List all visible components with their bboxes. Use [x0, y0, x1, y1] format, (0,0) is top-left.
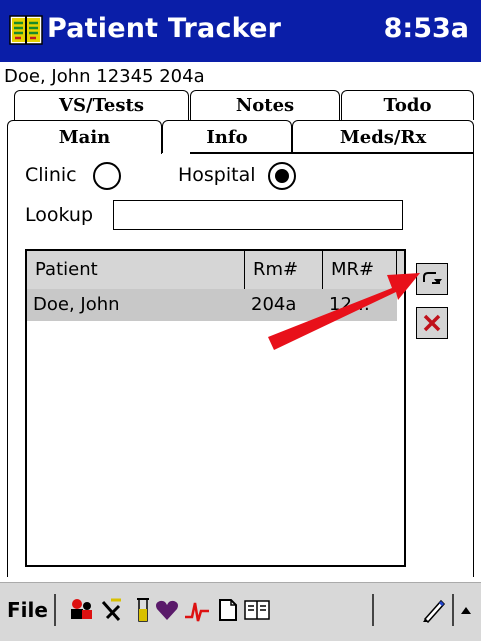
hospital-radio[interactable]	[268, 162, 296, 190]
tab-vs-tests[interactable]: VS/Tests	[14, 90, 189, 120]
clinic-radio[interactable]	[93, 162, 121, 190]
tab-label: Todo	[383, 95, 432, 116]
radio-selected-dot	[275, 169, 289, 183]
file-menu[interactable]: File	[7, 598, 48, 622]
menu-separator	[54, 594, 56, 626]
tab-meds-rx[interactable]: Meds/Rx	[292, 120, 474, 153]
lookup-label: Lookup	[25, 204, 94, 226]
mr-cell: 12…	[329, 294, 370, 315]
tab-label: VS/Tests	[59, 95, 144, 116]
list-header: Patient Rm# MR#	[27, 251, 404, 290]
rx-icon[interactable]	[97, 596, 125, 624]
column-header-patient[interactable]: Patient	[27, 251, 245, 289]
column-header-room[interactable]: Rm#	[245, 251, 323, 289]
heart-icon[interactable]	[153, 596, 181, 624]
note-icon[interactable]	[214, 596, 242, 624]
refresh-icon	[423, 272, 442, 284]
app-title: Patient Tracker	[47, 13, 282, 44]
title-bar: Patient Tracker 8:53a	[0, 0, 481, 62]
menu-arrow-icon[interactable]	[456, 596, 476, 624]
tab-todo[interactable]: Todo	[341, 90, 474, 120]
patient-cell: Doe, John	[33, 294, 120, 315]
patients-icon[interactable]	[67, 596, 95, 624]
patient-list[interactable]: Patient Rm# MR# Doe, John 204a 12…	[25, 249, 406, 567]
tab-label: Main	[58, 127, 111, 148]
ecg-icon[interactable]	[183, 596, 211, 624]
delete-button[interactable]	[416, 307, 448, 339]
tab-main[interactable]: Main	[7, 120, 162, 154]
toolbar-separator	[372, 594, 374, 626]
clinic-label: Clinic	[25, 164, 77, 186]
sip-separator	[452, 594, 454, 626]
book-icon[interactable]	[9, 14, 43, 46]
tab-label: Notes	[235, 95, 295, 116]
room-cell: 204a	[251, 294, 297, 315]
patient-summary: Doe, John 12345 204a	[4, 66, 205, 87]
lookup-input[interactable]	[113, 200, 403, 230]
refresh-button[interactable]	[416, 263, 448, 295]
clock[interactable]: 8:53a	[384, 13, 469, 44]
table-row[interactable]: Doe, John 204a 12…	[27, 289, 397, 321]
book-icon[interactable]	[243, 596, 271, 624]
pen-icon[interactable]	[420, 596, 448, 624]
hospital-label: Hospital	[178, 164, 256, 186]
tab-notes[interactable]: Notes	[190, 90, 340, 120]
tab-label: Meds/Rx	[339, 126, 427, 148]
column-header-mr[interactable]: MR#	[323, 251, 397, 289]
tab-info[interactable]: Info	[162, 120, 292, 153]
delete-icon	[423, 314, 441, 332]
list-scrollbar[interactable]	[398, 289, 404, 565]
tab-label: Info	[206, 126, 248, 148]
